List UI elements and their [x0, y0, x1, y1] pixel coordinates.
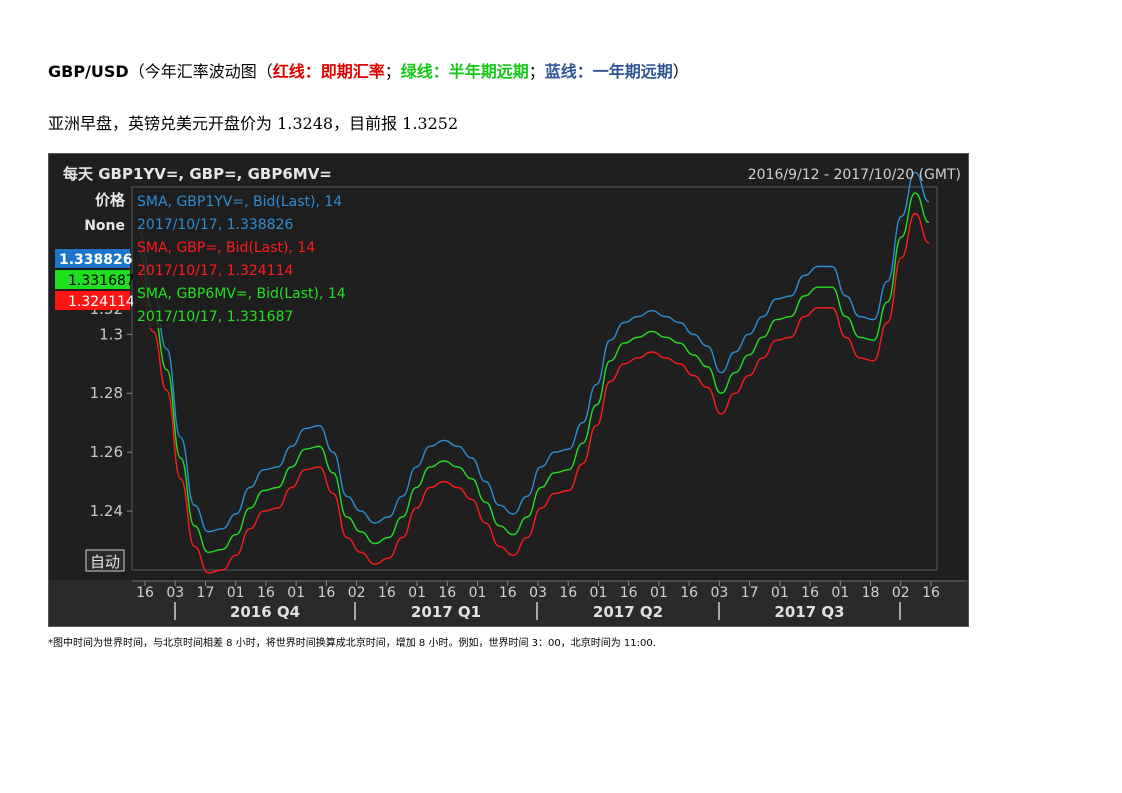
badge-blue: 1.338826 — [59, 252, 133, 268]
x-tick-label: 01 — [771, 585, 789, 601]
x-tick-label: 01 — [831, 585, 849, 601]
y-tick-label: 1.24 — [90, 502, 123, 520]
x-tick-label: 16 — [136, 585, 154, 601]
x-tick-label: 02 — [892, 585, 910, 601]
x-tick-label: 16 — [620, 585, 638, 601]
y-tick-label: 1.28 — [90, 384, 123, 402]
page-heading: GBP/USD（今年汇率波动图（红线：即期汇率；绿线：半年期远期；蓝线：一年期远… — [48, 58, 689, 82]
x-tick-label: 01 — [590, 585, 608, 601]
x-tick-label: 16 — [922, 585, 940, 601]
x-tick-label: 02 — [348, 585, 366, 601]
blue-line-legend: 蓝线：一年期远期 — [544, 62, 673, 81]
date-range: 2016/9/12 - 2017/10/20 (GMT) — [748, 167, 961, 183]
x-tick-label: 16 — [378, 585, 396, 601]
heading-separator: ； — [528, 62, 545, 81]
badge-red: 1.324114 — [68, 294, 135, 310]
green-line-legend: 绿线：半年期远期 — [400, 62, 529, 81]
quarter-labels: 2016 Q4 2017 Q1 2017 Q2 2017 Q3 — [174, 602, 901, 621]
red-line-legend: 红线：即期汇率 — [272, 62, 385, 81]
y-tick-label: 1.26 — [90, 443, 123, 461]
fx-chart: 1.3 1.28 1.26 1.24 16 03 17 01 16 01 16 02 16 01 16 01… — [48, 153, 969, 627]
x-tick-label: 03 — [529, 585, 547, 601]
x-tick-label: 03 — [166, 585, 184, 601]
currency-pair: GBP/USD — [48, 62, 129, 81]
chart-svg: 1.3 1.28 1.26 1.24 16 03 17 01 16 01 16 02 16 01 16 01… — [49, 165, 968, 626]
x-tick-label: 01 — [287, 585, 305, 601]
x-tick-label: 16 — [559, 585, 577, 601]
x-tick-label: 17 — [197, 585, 215, 601]
x-tick-label: 17 — [741, 585, 759, 601]
heading-separator: ； — [384, 62, 401, 81]
none-label: None — [84, 218, 125, 234]
legend-red-series: SMA, GBP=, Bid(Last), 14 — [137, 240, 315, 256]
x-tick-label: 01 — [650, 585, 668, 601]
legend-green-series: SMA, GBP6MV=, Bid(Last), 14 — [137, 286, 346, 302]
quarter-label: 2017 Q3 — [774, 603, 844, 621]
x-tick-label: 16 — [317, 585, 335, 601]
legend-red-value: 2017/10/17, 1.324114 — [137, 263, 293, 279]
legend-green-value: 2017/10/17, 1.331687 — [137, 309, 293, 325]
x-tick-label: 18 — [862, 585, 880, 601]
market-summary: 亚洲早盘，英镑兑美元开盘价为 1.3248，目前报 1.3252 — [48, 114, 459, 133]
auto-button-label: 自动 — [90, 553, 120, 571]
quarter-label: 2016 Q4 — [230, 603, 300, 621]
x-tick-label: 16 — [438, 585, 456, 601]
badge-green: 1.331687 — [68, 273, 135, 289]
y-axis-ticks: 1.3 1.28 1.26 1.24 — [90, 325, 132, 520]
chart-title: 每天 GBP1YV=, GBP=, GBP6MV= — [63, 165, 332, 183]
y-tick-label: 1.3 — [99, 325, 123, 343]
x-tick-label: 01 — [408, 585, 426, 601]
heading-close: ） — [672, 62, 689, 81]
quarter-label: 2017 Q1 — [411, 603, 481, 621]
quarter-label: 2017 Q2 — [593, 603, 663, 621]
legend-blue-series: SMA, GBP1YV=, Bid(Last), 14 — [137, 194, 342, 210]
x-tick-label: 03 — [710, 585, 728, 601]
footnote: *图中时间为世界时间，与北京时间相差 8 小时，将世界时间换算成北京时间，增加 … — [48, 638, 656, 649]
price-label: 价格 — [95, 191, 126, 209]
x-tick-label: 01 — [227, 585, 245, 601]
legend-blue-value: 2017/10/17, 1.338826 — [137, 217, 293, 233]
x-tick-label: 16 — [499, 585, 517, 601]
x-tick-label: 16 — [680, 585, 698, 601]
x-tick-label: 16 — [801, 585, 819, 601]
x-tick-label: 01 — [469, 585, 487, 601]
x-tick-label: 16 — [257, 585, 275, 601]
heading-desc: （今年汇率波动图（ — [128, 62, 273, 81]
